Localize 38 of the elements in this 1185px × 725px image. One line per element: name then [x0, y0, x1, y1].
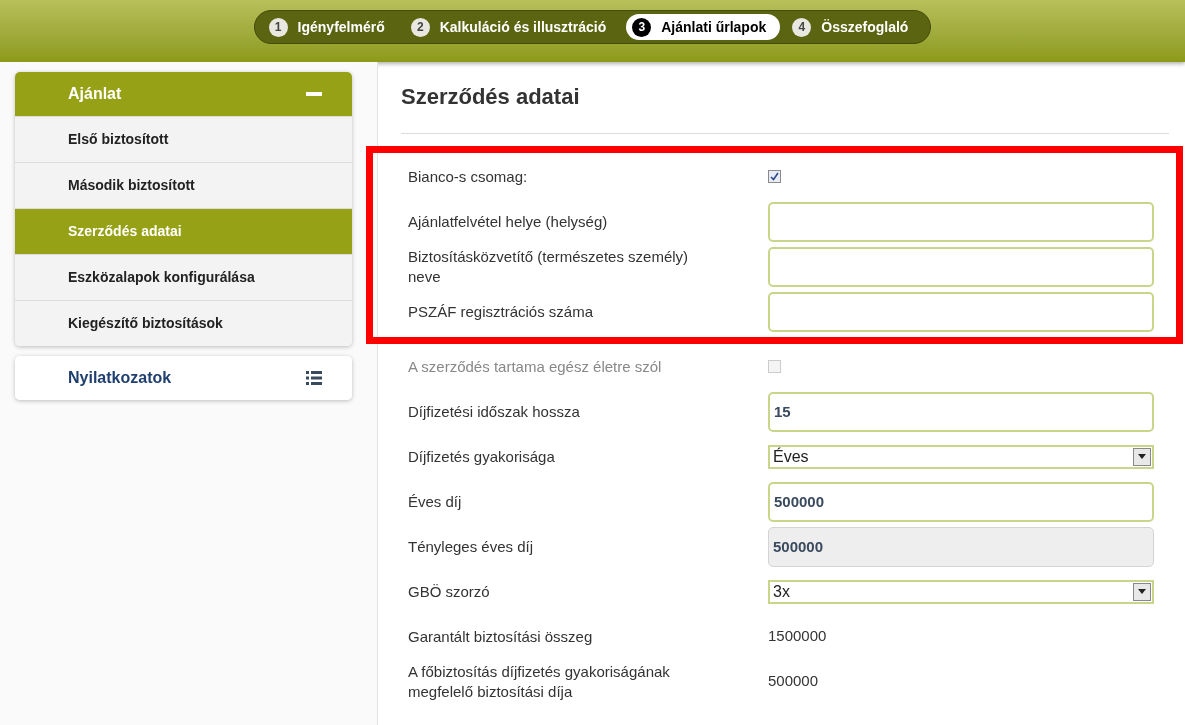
- field-value: 500000: [768, 671, 819, 692]
- input-field[interactable]: [768, 201, 1154, 242]
- field-label: Bianco-s csomag:: [408, 166, 529, 187]
- field-label: A szerződés tartama egész életre szól: [408, 356, 663, 377]
- collapse-icon: [306, 92, 322, 96]
- input-field[interactable]: [768, 246, 1154, 287]
- field-label: GBÖ szorzó: [408, 581, 491, 602]
- step-tab[interactable]: 1 Igényfelmérő: [262, 14, 399, 40]
- field-value: 1500000: [768, 626, 827, 647]
- caret-icon: [1133, 447, 1151, 466]
- section-header[interactable]: Nyilatkozatok: [15, 356, 352, 400]
- list-icon: [306, 371, 322, 385]
- input-field[interactable]: 15: [768, 391, 1154, 432]
- sidebar-item[interactable]: Első biztosított: [15, 116, 352, 162]
- dropdown[interactable]: Éves: [768, 444, 1154, 469]
- step-tab[interactable]: 2 Kalkuláció és illusztráció: [404, 14, 621, 40]
- input-field[interactable]: 500000: [768, 481, 1154, 522]
- field-label: Garantált biztosítási összeg: [408, 626, 594, 647]
- caret-icon: [1133, 582, 1151, 601]
- field-label: A főbiztosítás díjfizetés gyakoriságának megfelelő biztosítási díja: [408, 661, 671, 702]
- field-label: Tényleges éves díj: [408, 536, 535, 557]
- field-label: Éves díj: [408, 491, 463, 512]
- field-label: Ajánlatfelvétel helye (helység): [408, 211, 609, 232]
- sidebar-item[interactable]: Eszközalapok konfigurálása: [15, 254, 352, 300]
- step-tab[interactable]: 4 Összefoglaló: [786, 14, 923, 40]
- input-field[interactable]: 500000: [768, 526, 1154, 567]
- field-label: Díjfizetés gyakorisága: [408, 446, 556, 467]
- sidebar-item[interactable]: Második biztosított: [15, 162, 352, 208]
- check-icon: [770, 172, 779, 181]
- step-tab[interactable]: 3 Ajánlati űrlapok: [626, 14, 781, 40]
- checkbox[interactable]: [768, 170, 781, 183]
- field-label: Biztosításközvetítő (természetes személy) neve: [408, 246, 690, 287]
- page-title: Szerződés adatai: [401, 80, 1169, 134]
- field-label: Díjfizetési időszak hossza: [408, 401, 581, 422]
- input-field[interactable]: [768, 291, 1154, 332]
- dropdown[interactable]: 3x: [768, 579, 1154, 604]
- sidebar-item[interactable]: Kiegészítő biztosítások: [15, 300, 352, 346]
- field-label: PSZÁF regisztrációs száma: [408, 301, 595, 322]
